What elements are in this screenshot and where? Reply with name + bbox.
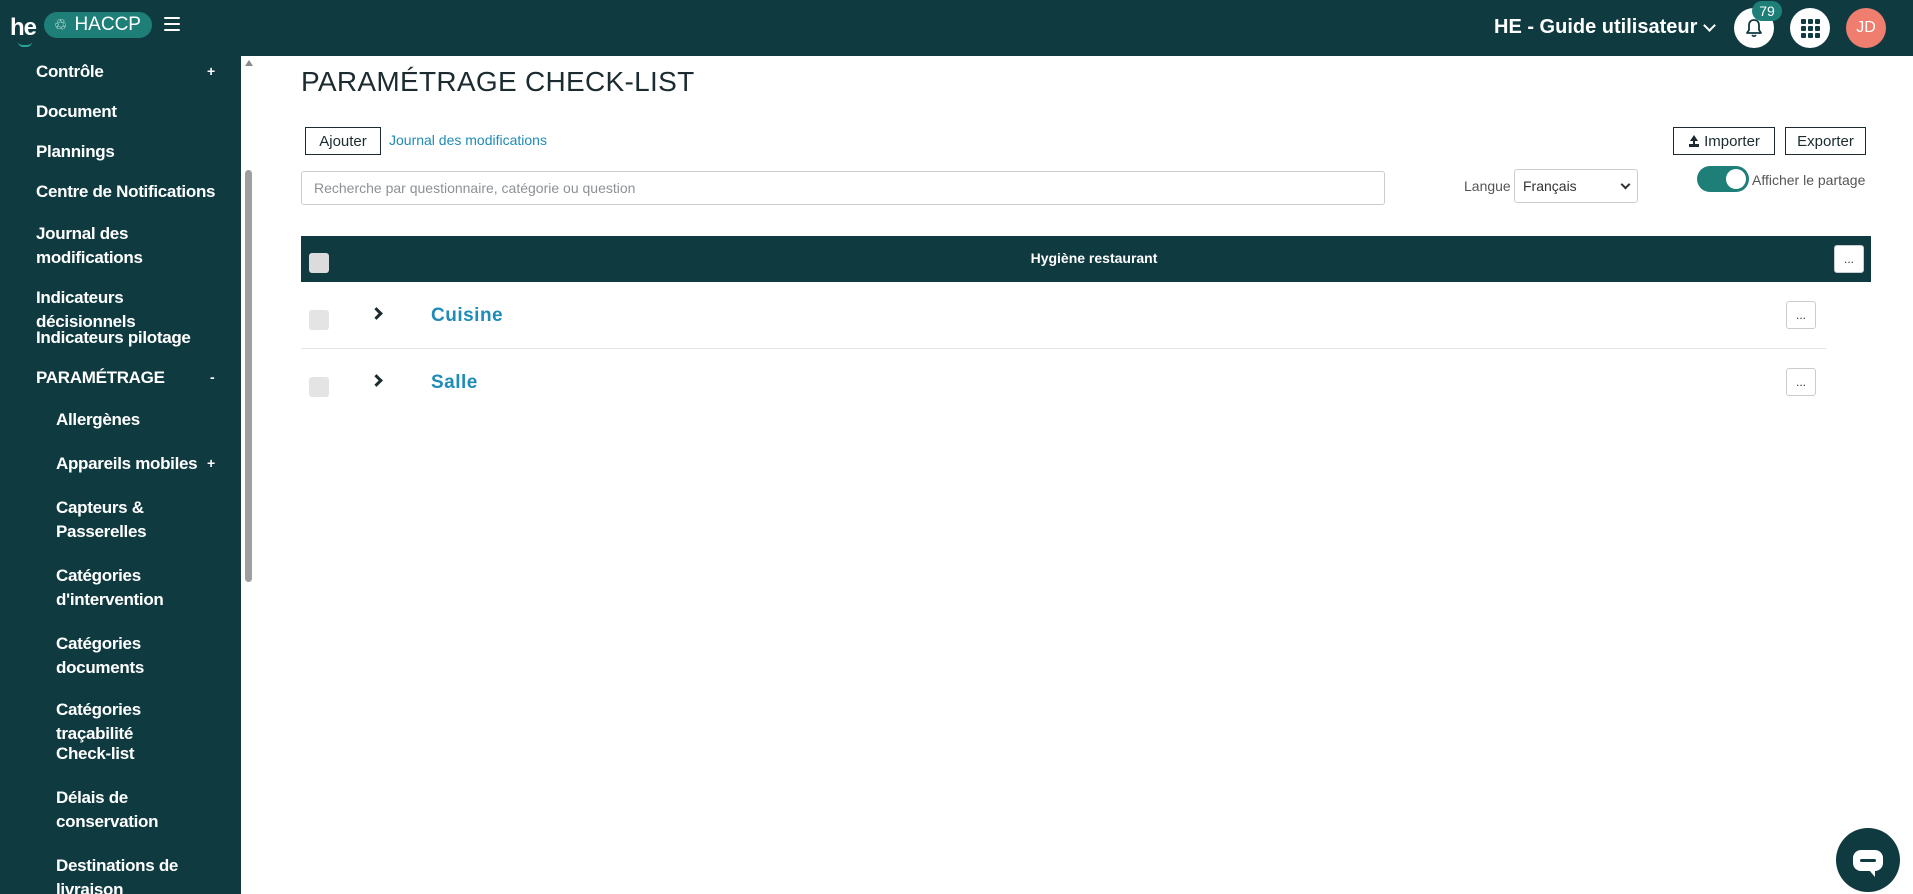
- notification-badge: 79: [1752, 1, 1782, 21]
- sidebar-item-categories-tracabilite[interactable]: Catégories traçabilité: [56, 698, 221, 746]
- language-label: Langue: [1464, 178, 1511, 194]
- he-logo[interactable]: he: [10, 14, 37, 42]
- sidebar-item-check-list[interactable]: Check-list: [56, 742, 221, 766]
- expand-controle[interactable]: +: [207, 63, 215, 79]
- sidebar-item-appareils-mobiles[interactable]: Appareils mobiles: [56, 452, 221, 476]
- questionnaire-title: Hygiène restaurant: [1030, 250, 1158, 266]
- sidebar-item-categories-documents[interactable]: Catégories documents: [56, 632, 176, 680]
- row-more-button[interactable]: ...: [1786, 368, 1816, 396]
- bell-icon: [1746, 19, 1762, 38]
- site-name: HE - Guide utilisateur: [1494, 16, 1698, 38]
- sidebar-item-parametrage[interactable]: PARAMÉTRAGE: [36, 366, 226, 390]
- journal-link[interactable]: Journal des modifications: [389, 132, 547, 148]
- chevron-right-icon[interactable]: [370, 374, 383, 387]
- language-select[interactable]: Français: [1514, 169, 1638, 203]
- avatar[interactable]: JD: [1846, 8, 1886, 48]
- table-row: Cuisine ...: [301, 283, 1826, 349]
- search-input[interactable]: [301, 171, 1385, 205]
- row-checkbox[interactable]: [309, 377, 329, 397]
- share-toggle-label: Afficher le partage: [1752, 172, 1866, 188]
- export-button[interactable]: Exporter: [1785, 127, 1866, 155]
- category-title[interactable]: Cuisine: [431, 305, 503, 327]
- chevron-down-icon: [1620, 179, 1631, 190]
- chevron-down-icon: [1703, 19, 1717, 32]
- scroll-up-arrow-icon[interactable]: [245, 60, 253, 66]
- apps-button[interactable]: [1790, 8, 1830, 48]
- header-more-button[interactable]: ...: [1834, 245, 1864, 273]
- add-button[interactable]: Ajouter: [305, 127, 381, 155]
- sidebar-item-plannings[interactable]: Plannings: [36, 140, 226, 164]
- expand-appareils-mobiles[interactable]: +: [207, 455, 215, 471]
- language-value: Français: [1523, 178, 1577, 194]
- chat-button[interactable]: [1836, 828, 1900, 892]
- sidebar-item-journal[interactable]: Journal des modifications: [36, 222, 176, 270]
- app-name: HACCP: [74, 14, 141, 35]
- sidebar-item-document[interactable]: Document: [36, 100, 226, 124]
- menu-icon[interactable]: [164, 17, 180, 31]
- upload-icon: [1688, 135, 1700, 147]
- sidebar-item-notifications[interactable]: Centre de Notifications: [36, 180, 226, 204]
- sidebar-item-delais-conservation[interactable]: Délais de conservation: [56, 786, 176, 834]
- collapse-parametrage[interactable]: -: [210, 369, 215, 385]
- site-selector[interactable]: HE - Guide utilisateur: [1494, 16, 1717, 39]
- share-toggle[interactable]: [1697, 166, 1749, 192]
- sidebar-item-controle[interactable]: Contrôle: [36, 60, 226, 84]
- import-label: Importer: [1704, 132, 1760, 150]
- toggle-knob: [1726, 169, 1746, 189]
- import-button[interactable]: Importer: [1673, 127, 1775, 155]
- recycle-icon: ♲: [54, 17, 68, 34]
- row-more-button[interactable]: ...: [1786, 301, 1816, 329]
- row-checkbox[interactable]: [309, 310, 329, 330]
- table-row: Salle ...: [301, 350, 1826, 416]
- sidebar: Contrôle + Document Plannings Centre de …: [0, 56, 241, 894]
- sidebar-item-indicateurs-pilotage[interactable]: Indicateurs pilotage: [36, 326, 226, 350]
- grid-icon: [1800, 18, 1820, 38]
- sidebar-scroll-thumb[interactable]: [245, 170, 252, 582]
- sidebar-item-capteurs[interactable]: Capteurs & Passerelles: [56, 496, 176, 544]
- category-title[interactable]: Salle: [431, 372, 478, 394]
- sidebar-item-allergenes[interactable]: Allergènes: [56, 408, 221, 432]
- sidebar-item-categories-intervention[interactable]: Catégories d'intervention: [56, 564, 176, 612]
- app-switch-pill[interactable]: ♲ HACCP: [44, 12, 152, 38]
- chevron-right-icon[interactable]: [370, 307, 383, 320]
- page-title: PARAMÉTRAGE CHECK-LIST: [301, 66, 695, 97]
- sidebar-item-destinations-livraison[interactable]: Destinations de livraison: [56, 854, 186, 894]
- chat-icon: [1853, 849, 1883, 877]
